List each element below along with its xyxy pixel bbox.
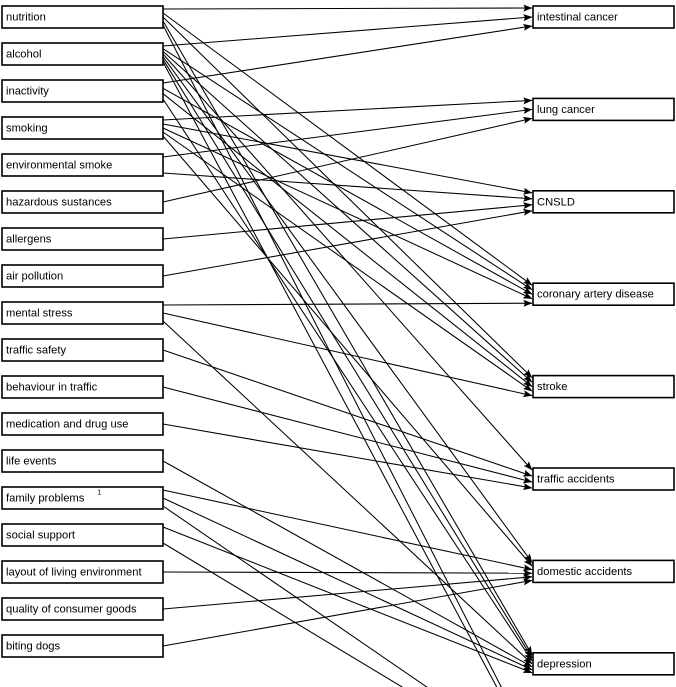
node-nutrition[interactable]: nutrition	[1, 5, 164, 29]
node-label: air pollution	[6, 270, 63, 282]
edge-smoking-to-stroke	[162, 131, 533, 392]
edge-nutrition-to-intestinal_cancer	[162, 4, 533, 12]
node-label: behaviour in traffic	[6, 381, 98, 393]
edge-hazardous_sustances-to-lung_cancer	[162, 116, 533, 203]
node-label: depression	[537, 658, 592, 670]
node-biting_dogs[interactable]: biting dogs	[1, 634, 164, 658]
node-label: quality of consumer goods	[6, 603, 137, 615]
node-life_events[interactable]: life events	[1, 449, 164, 473]
edge-inactivity-to-coronary_artery_disease	[162, 87, 533, 295]
node-label: nutrition	[6, 11, 46, 23]
node-label: medication and drug use	[6, 418, 129, 430]
node-traffic_safety[interactable]: traffic safety	[1, 338, 164, 362]
node-label: biting dogs	[6, 640, 61, 652]
edge-alcohol-to-domestic_accidents	[162, 56, 533, 563]
node-intestinal_cancer[interactable]: intestinal cancer	[532, 5, 675, 29]
edge-mental_stress-to-stroke	[162, 312, 533, 398]
edge-layout_of_living_environment-to-domestic_accidents	[162, 569, 533, 577]
diagram-canvas: nutrition alcohol inactivity smoking environ…	[0, 0, 676, 687]
edge-medication_and_drug_use-to-traffic_accidents	[162, 423, 533, 490]
node-domestic_accidents[interactable]: domestic accidents	[532, 559, 675, 584]
node-label: alcohol	[6, 48, 41, 60]
edge-social_support-to-depression	[162, 526, 533, 674]
node-label: coronary artery disease	[537, 289, 654, 301]
node-depression[interactable]: depression	[532, 651, 675, 676]
node-label: domestic accidents	[537, 566, 633, 578]
edge-family_problems-to-alcohol_dependence	[162, 505, 428, 687]
node-mental_stress[interactable]: mental stress	[1, 301, 164, 325]
node-label: stroke	[537, 381, 567, 393]
node-label: family problems	[6, 492, 85, 504]
node-label: traffic safety	[6, 344, 67, 356]
edge-nutrition-to-alcohol_dependence	[162, 24, 502, 687]
edge-smoking-to-coronary_artery_disease	[162, 127, 533, 300]
node-alcohol[interactable]: alcohol	[1, 42, 164, 66]
nodes-layer: nutrition alcohol inactivity smoking environ…	[1, 5, 675, 676]
edge-family_problems-to-depression	[162, 497, 533, 671]
edge-alcohol-to-intestinal_cancer	[162, 14, 533, 47]
edge-nutrition-to-stroke	[162, 16, 533, 378]
edge-inactivity-to-intestinal_cancer	[162, 23, 533, 84]
node-environmental_smoke[interactable]: environmental smoke	[1, 153, 164, 177]
edge-mental_stress-to-coronary_artery_disease	[162, 299, 533, 307]
node-cnsld[interactable]: CNSLD	[532, 190, 675, 214]
node-stroke[interactable]: stroke	[532, 374, 675, 399]
node-label: allergens	[6, 233, 52, 245]
edge-social_support-to-alcohol_dependence	[162, 542, 404, 687]
node-allergens[interactable]: allergens	[1, 227, 164, 251]
edges-layer	[162, 4, 533, 687]
node-lung_cancer[interactable]: lung cancer	[532, 97, 675, 122]
node-inactivity[interactable]: inactivity	[1, 79, 164, 103]
edge-alcohol-to-stroke	[162, 50, 533, 383]
node-family_problems[interactable]: family problems 1	[1, 486, 164, 510]
edge-inactivity-to-stroke	[162, 93, 533, 388]
footnote-marker: 1	[97, 488, 101, 497]
node-label: lung cancer	[537, 104, 595, 116]
node-label: inactivity	[6, 85, 49, 97]
node-label: life events	[6, 455, 57, 467]
node-air_pollution[interactable]: air pollution	[1, 264, 164, 288]
node-label: layout of living environment	[6, 566, 142, 578]
edge-traffic_safety-to-traffic_accidents	[162, 349, 533, 477]
node-label: social support	[6, 529, 76, 541]
node-label: hazardous sustances	[6, 196, 112, 208]
node-label: traffic accidents	[537, 473, 615, 485]
node-behaviour_in_traffic[interactable]: behaviour in traffic	[1, 375, 164, 399]
node-quality_of_consumer_goods[interactable]: quality of consumer goods	[1, 597, 164, 621]
node-label: CNSLD	[537, 196, 575, 208]
node-coronary_artery_disease[interactable]: coronary artery disease	[532, 282, 675, 307]
node-social_support[interactable]: social support	[1, 523, 164, 547]
edge-behaviour_in_traffic-to-traffic_accidents	[162, 386, 533, 484]
edge-quality_of_consumer_goods-to-domestic_accidents	[162, 574, 533, 610]
determinants-health-outcomes-graph: nutrition alcohol inactivity smoking environ…	[1, 4, 675, 687]
edge-environmental_smoke-to-cnsld	[162, 172, 533, 202]
node-label: smoking	[6, 122, 48, 134]
node-hazardous_sustances[interactable]: hazardous sustances	[1, 190, 164, 214]
node-smoking[interactable]: smoking	[1, 116, 164, 140]
edge-air_pollution-to-cnsld	[162, 208, 533, 277]
node-label: mental stress	[6, 307, 73, 319]
edge-alcohol-to-coronary_artery_disease	[162, 48, 533, 291]
node-label: intestinal cancer	[537, 11, 618, 23]
node-medication_and_drug_use[interactable]: medication and drug use	[1, 412, 164, 436]
node-layout_of_living_environment[interactable]: layout of living environment	[1, 560, 164, 584]
edge-allergens-to-cnsld	[162, 202, 533, 240]
node-label: environmental smoke	[6, 159, 112, 171]
node-traffic_accidents[interactable]: traffic accidents	[532, 467, 675, 491]
